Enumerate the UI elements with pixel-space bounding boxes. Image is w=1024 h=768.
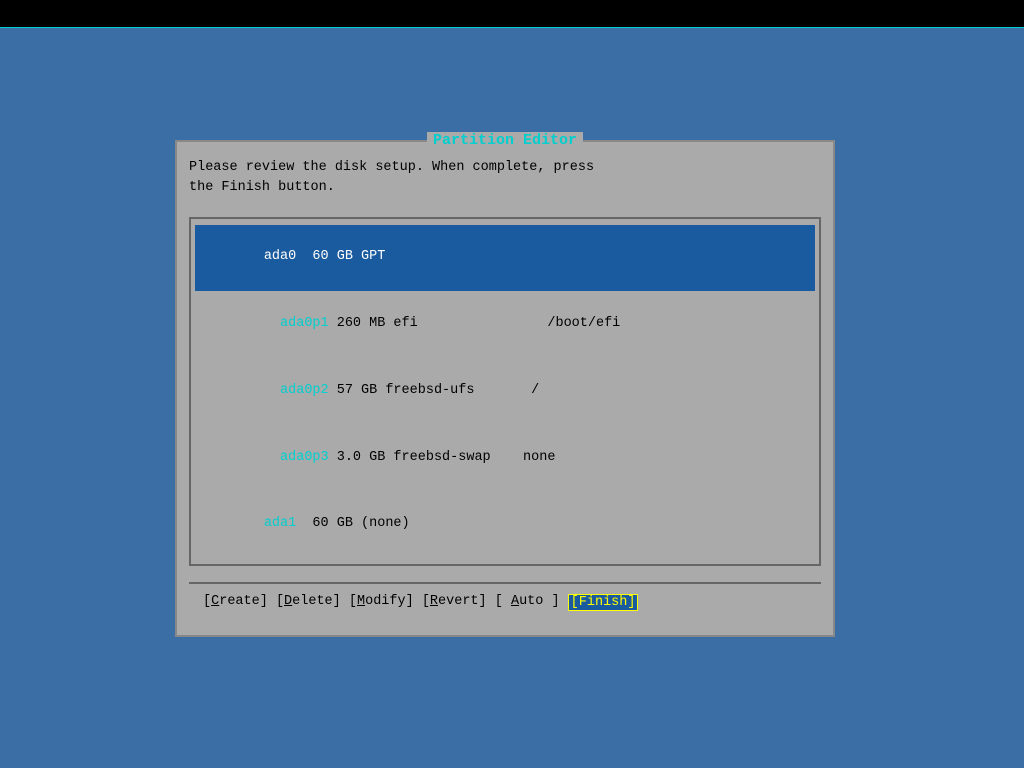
finish-button[interactable]: [Finish] bbox=[568, 594, 639, 611]
description: Please review the disk setup. When compl… bbox=[189, 158, 821, 199]
partition-dev-ada0: ada0 bbox=[264, 249, 313, 264]
toolbar: [Create] [Delete] [Modify] [Revert] [ Au… bbox=[189, 582, 821, 623]
dialog-title: Partition Editor bbox=[427, 132, 583, 149]
dialog-titlebar: Partition Editor bbox=[177, 132, 833, 149]
partition-row-ada0[interactable]: ada0 60 GB GPT bbox=[195, 225, 815, 292]
dialog-frame: Partition Editor Please review the disk … bbox=[175, 140, 835, 637]
partition-info-ada0p1: 260 MB efi /boot/efi bbox=[329, 316, 621, 331]
app-title: FreeBSD Installer bbox=[8, 6, 151, 22]
top-bar: FreeBSD Installer bbox=[0, 0, 1024, 28]
partition-info-ada1: 60 GB (none) bbox=[312, 516, 409, 531]
description-line2: the Finish button. bbox=[189, 178, 821, 198]
partition-row-ada1[interactable]: ada1 60 GB (none) bbox=[195, 492, 815, 559]
partition-dev-ada1: ada1 bbox=[264, 516, 313, 531]
partition-row-ada0p3[interactable]: ada0p3 3.0 GB freebsd-swap none bbox=[195, 425, 815, 492]
create-button[interactable]: [Create] bbox=[203, 594, 276, 611]
modify-button[interactable]: [Modify] bbox=[349, 594, 422, 611]
delete-button[interactable]: [Delete] bbox=[276, 594, 349, 611]
partition-dev-ada0p3: ada0p3 bbox=[280, 450, 329, 465]
revert-button[interactable]: [Revert] bbox=[422, 594, 495, 611]
partition-dev-ada0p2: ada0p2 bbox=[280, 383, 329, 398]
partition-row-ada0p1[interactable]: ada0p1 260 MB efi /boot/efi bbox=[195, 291, 815, 358]
partition-list[interactable]: ada0 60 GB GPT ada0p1 260 MB efi /boot/e… bbox=[189, 217, 821, 567]
description-line1: Please review the disk setup. When compl… bbox=[189, 158, 821, 178]
partition-info-ada0p2: 57 GB freebsd-ufs / bbox=[329, 383, 540, 398]
partition-info-ada0p3: 3.0 GB freebsd-swap none bbox=[329, 450, 556, 465]
partition-dev-ada0p1: ada0p1 bbox=[280, 316, 329, 331]
partition-info-ada0: 60 GB GPT bbox=[312, 249, 385, 264]
dialog-border: Partition Editor Please review the disk … bbox=[175, 140, 835, 637]
partition-row-ada0p2[interactable]: ada0p2 57 GB freebsd-ufs / bbox=[195, 358, 815, 425]
auto-button[interactable]: [ Auto ] bbox=[495, 594, 568, 611]
